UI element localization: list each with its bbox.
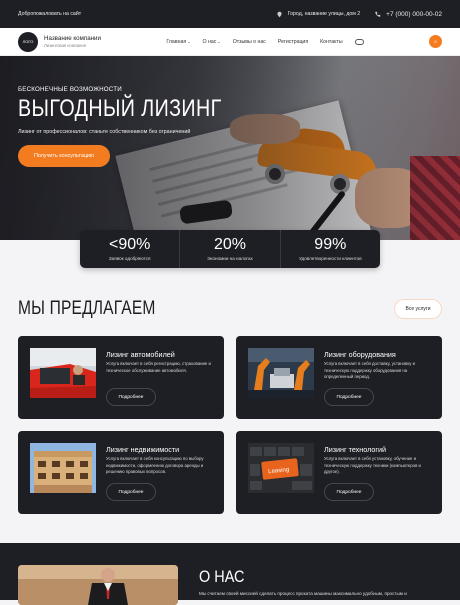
consultation-button[interactable]: Получить консультацию — [18, 145, 110, 167]
details-button[interactable]: Подробнее — [106, 388, 156, 406]
card-text: Услуга включает в себя регистрацию, стра… — [106, 361, 211, 373]
service-card-technology: Leasing Лизинг технологий Услуга включае… — [236, 431, 442, 514]
nav-item-reviews[interactable]: Отзывы о нас — [233, 39, 266, 45]
about-image — [18, 565, 178, 605]
service-image-robots — [248, 348, 314, 398]
about-section: О НАС Мы считаем своей миссией сделать п… — [0, 543, 460, 605]
service-card-equipment: Лизинг оборудования Услуга включает в се… — [236, 336, 442, 419]
service-card-realestate: Лизинг недвижимости Услуга включает в се… — [18, 431, 224, 514]
top-bar: Добропожаловать на сайт Город, название … — [0, 0, 460, 28]
card-text: Услуга включает в себя доставку, установ… — [324, 361, 415, 380]
about-title: О НАС — [199, 567, 245, 586]
chevron-down-icon: ⌄ — [217, 38, 221, 44]
stat-value: 99% — [314, 236, 347, 253]
about-text: Мы считаем своей миссией сделать процесс… — [199, 591, 407, 596]
address: Город, название улицы, дом 2 — [276, 11, 360, 18]
brand[interactable]: ЛОГО Название компании Лизинговая компан… — [18, 31, 101, 52]
service-card-cars: Лизинг автомобилей Услуга включает в себ… — [18, 336, 224, 419]
offer-header: МЫ ПРЕДЛАГАЕМ Все услуги — [18, 298, 442, 320]
phone[interactable]: +7 (000) 000-00-02 — [374, 11, 442, 18]
stat-satisfaction: 99% Удовлетворенности клиентов — [281, 230, 380, 268]
nav-item-label: О нас — [202, 38, 217, 45]
chevron-down-icon: ⌄ — [187, 38, 191, 44]
stat-label: Экономии на налогах — [207, 256, 253, 261]
main-navigation: ЛОГО Название компании Лизинговая компан… — [0, 28, 460, 56]
location-pin-icon — [277, 11, 282, 17]
stat-value: 20% — [213, 236, 246, 253]
services-grid: Лизинг автомобилей Услуга включает в себ… — [18, 336, 442, 514]
hero-title: ВЫГОДНЫЙ ЛИЗИНГ — [18, 95, 222, 122]
service-image-building — [30, 443, 96, 493]
details-button[interactable]: Подробнее — [324, 388, 374, 406]
nav-item-registration[interactable]: Регистрация — [278, 39, 308, 45]
nav-item-home[interactable]: Главная⌄ — [166, 39, 190, 45]
phone-number[interactable]: +7 (000) 000-00-02 — [386, 11, 442, 18]
card-title: Лизинг оборудования — [324, 350, 396, 359]
details-button[interactable]: Подробнее — [324, 483, 374, 501]
section-title: МЫ ПРЕДЛАГАЕМ — [18, 298, 156, 319]
stats-panel: <90% Заявок одобряются 20% Экономии на н… — [80, 230, 380, 268]
hero-eyebrow: БЕСКОНЕЧНЫЕ ВОЗМОЖНОСТИ — [18, 86, 122, 93]
card-text: Услуга включает в себя консультацию по в… — [106, 456, 204, 475]
card-text: Услуга включает в себя установку, обучен… — [324, 456, 421, 475]
phone-icon — [375, 11, 381, 17]
card-title: Лизинг недвижимости — [106, 445, 180, 454]
hero-banner: БЕСКОНЕЧНЫЕ ВОЗМОЖНОСТИ ВЫГОДНЫЙ ЛИЗИНГ … — [0, 56, 460, 240]
stat-value: <90% — [108, 236, 151, 253]
nav-item-contacts[interactable]: Контакты — [320, 39, 342, 45]
stat-label: Удовлетворенности клиентов — [298, 256, 362, 261]
service-image-car — [30, 348, 96, 398]
stat-approval: <90% Заявок одобряются — [80, 230, 181, 268]
nav-item-label: Главная — [166, 38, 187, 45]
cart-button[interactable]: 0 — [428, 35, 442, 48]
stat-tax-savings: 20% Экономии на налогах — [180, 230, 281, 268]
service-image-keyboard: Leasing — [248, 443, 314, 493]
company-name: Название компании — [44, 35, 101, 43]
nav-item-about[interactable]: О нас⌄ — [203, 39, 221, 45]
all-services-button[interactable]: Все услуги — [394, 299, 442, 319]
stat-label: Заявок одобряются — [108, 256, 151, 261]
accessibility-eye-icon[interactable] — [354, 38, 364, 45]
address-text: Город, название улицы, дом 2 — [287, 11, 361, 17]
details-button[interactable]: Подробнее — [106, 483, 156, 501]
card-title: Лизинг технологий — [324, 445, 387, 454]
cart-count: 0 — [434, 39, 437, 44]
hero-subtitle: Лизинг от профессионалов: станьте собств… — [18, 129, 191, 135]
welcome-text: Добропожаловать на сайт — [18, 11, 82, 17]
logo[interactable]: ЛОГО — [18, 31, 38, 52]
nav-menu: Главная⌄ О нас⌄ Отзывы о нас Регистрация… — [166, 38, 364, 45]
hero-content: БЕСКОНЕЧНЫЕ ВОЗМОЖНОСТИ ВЫГОДНЫЙ ЛИЗИНГ … — [18, 86, 266, 167]
company-subtitle: Лизинговая компания — [44, 42, 86, 48]
card-title: Лизинг автомобилей — [106, 350, 175, 359]
